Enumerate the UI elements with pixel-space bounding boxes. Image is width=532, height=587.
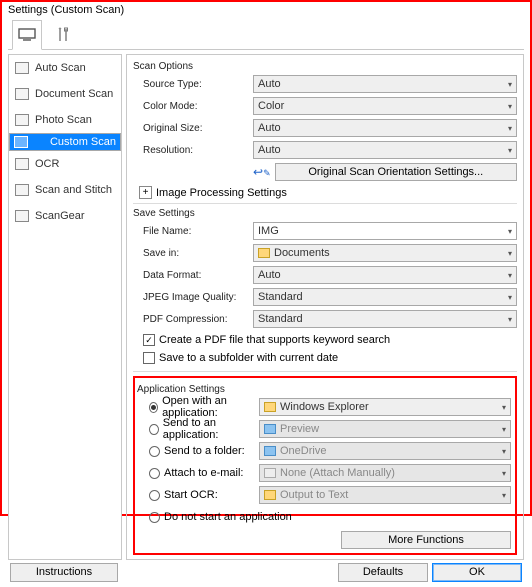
select-source-type[interactable]: Auto▾: [253, 75, 517, 93]
sidebar-item-label: Auto Scan: [35, 62, 86, 74]
scangear-icon: [15, 210, 29, 222]
ok-button[interactable]: OK: [432, 563, 522, 582]
checkbox-subfolder-date[interactable]: Save to a subfolder with current date: [133, 349, 517, 367]
chevron-down-icon: ▾: [502, 425, 506, 434]
chevron-down-icon: ▾: [508, 227, 512, 236]
chevron-down-icon: ▾: [508, 315, 512, 324]
tab-bar: [8, 18, 524, 50]
document-icon: [15, 88, 29, 100]
radio-send-folder[interactable]: [149, 446, 160, 457]
label-save-in: Save in:: [133, 248, 253, 259]
photo-icon: [15, 114, 29, 126]
checkbox-icon: [143, 352, 155, 364]
window-title: Settings (Custom Scan): [2, 2, 530, 18]
scan-icon: [15, 62, 29, 74]
label-source-type: Source Type:: [133, 79, 253, 90]
select-save-in[interactable]: Documents▾: [253, 244, 517, 262]
sidebar-item-custom-scan[interactable]: Custom Scan: [9, 133, 121, 151]
custom-icon: [14, 136, 28, 148]
label-original-size: Original Size:: [133, 123, 253, 134]
sidebar-item-photo-scan[interactable]: Photo Scan: [9, 107, 121, 133]
chevron-down-icon: ▾: [502, 403, 506, 412]
radio-do-not-start[interactable]: [149, 512, 160, 523]
sidebar-item-label: OCR: [35, 158, 59, 170]
sidebar: Auto Scan Document Scan Photo Scan Custo…: [8, 54, 122, 560]
application-settings-highlight: Application Settings Open with an applic…: [133, 376, 517, 555]
defaults-button[interactable]: Defaults: [338, 563, 428, 582]
select-start-ocr[interactable]: Output to Text▾: [259, 486, 511, 504]
radio-send-app[interactable]: [149, 424, 159, 435]
sidebar-item-label: Custom Scan: [50, 136, 116, 148]
preview-icon: [264, 424, 276, 434]
select-original-size[interactable]: Auto▾: [253, 119, 517, 137]
sidebar-item-label: Scan and Stitch: [35, 184, 112, 196]
sidebar-item-auto-scan[interactable]: Auto Scan: [9, 55, 121, 81]
select-send-app[interactable]: Preview▾: [259, 420, 511, 438]
chevron-down-icon: ▾: [508, 249, 512, 258]
select-attach-email[interactable]: None (Attach Manually)▾: [259, 464, 511, 482]
sidebar-item-document-scan[interactable]: Document Scan: [9, 81, 121, 107]
sidebar-item-ocr[interactable]: OCR: [9, 151, 121, 177]
label-data-format: Data Format:: [133, 270, 253, 281]
chevron-down-icon: ▾: [502, 447, 506, 456]
chevron-down-icon: ▾: [502, 469, 506, 478]
chevron-down-icon: ▾: [508, 146, 512, 155]
label-color-mode: Color Mode:: [133, 101, 253, 112]
checkbox-icon: ✓: [143, 334, 155, 346]
monitor-icon: [18, 28, 36, 42]
more-functions-button[interactable]: More Functions: [341, 531, 511, 549]
checkbox-pdf-keyword[interactable]: ✓Create a PDF file that supports keyword…: [133, 331, 517, 349]
select-jpeg-quality[interactable]: Standard▾: [253, 288, 517, 306]
onedrive-icon: [264, 446, 276, 456]
chevron-down-icon: ▾: [502, 491, 506, 500]
label-pdf-compression: PDF Compression:: [133, 314, 253, 325]
label-image-processing: Image Processing Settings: [156, 187, 287, 199]
select-send-folder[interactable]: OneDrive▾: [259, 442, 511, 460]
sidebar-item-label: Photo Scan: [35, 114, 92, 126]
label-file-name: File Name:: [133, 226, 253, 237]
expand-image-processing[interactable]: +: [139, 186, 152, 199]
chevron-down-icon: ▾: [508, 271, 512, 280]
select-pdf-compression[interactable]: Standard▾: [253, 310, 517, 328]
text-icon: [264, 490, 276, 500]
radio-open-with[interactable]: [149, 402, 158, 413]
preview-arrow-icon[interactable]: ↩✎: [253, 165, 271, 179]
sidebar-item-scangear[interactable]: ScanGear: [9, 203, 121, 229]
tools-icon: [55, 27, 71, 43]
mail-icon: [264, 468, 276, 478]
instructions-button[interactable]: Instructions: [10, 563, 118, 582]
sidebar-item-label: ScanGear: [35, 210, 85, 222]
folder-icon: [258, 248, 270, 258]
chevron-down-icon: ▾: [508, 80, 512, 89]
section-app-settings: Application Settings: [137, 384, 511, 395]
chevron-down-icon: ▾: [508, 102, 512, 111]
label-resolution: Resolution:: [133, 145, 253, 156]
ocr-icon: [15, 158, 29, 170]
select-resolution[interactable]: Auto▾: [253, 141, 517, 159]
select-data-format[interactable]: Auto▾: [253, 266, 517, 284]
sidebar-item-scan-stitch[interactable]: Scan and Stitch: [9, 177, 121, 203]
section-scan-options: Scan Options: [133, 61, 517, 72]
input-file-name[interactable]: IMG▾: [253, 222, 517, 240]
main-panel: Scan Options Source Type:Auto▾ Color Mod…: [126, 54, 524, 560]
chevron-down-icon: ▾: [508, 124, 512, 133]
radio-attach-email[interactable]: [149, 468, 160, 479]
radio-start-ocr[interactable]: [149, 490, 160, 501]
label-jpeg-quality: JPEG Image Quality:: [133, 292, 253, 303]
tab-scanner[interactable]: [12, 20, 42, 50]
select-color-mode[interactable]: Color▾: [253, 97, 517, 115]
select-open-with[interactable]: Windows Explorer▾: [259, 398, 511, 416]
tab-tools[interactable]: [48, 19, 78, 49]
sidebar-item-label: Document Scan: [35, 88, 113, 100]
stitch-icon: [15, 184, 29, 196]
explorer-icon: [264, 402, 276, 412]
footer: Instructions Defaults OK: [8, 560, 524, 584]
orientation-settings-button[interactable]: Original Scan Orientation Settings...: [275, 163, 517, 181]
chevron-down-icon: ▾: [508, 293, 512, 302]
section-save-settings: Save Settings: [133, 208, 517, 219]
